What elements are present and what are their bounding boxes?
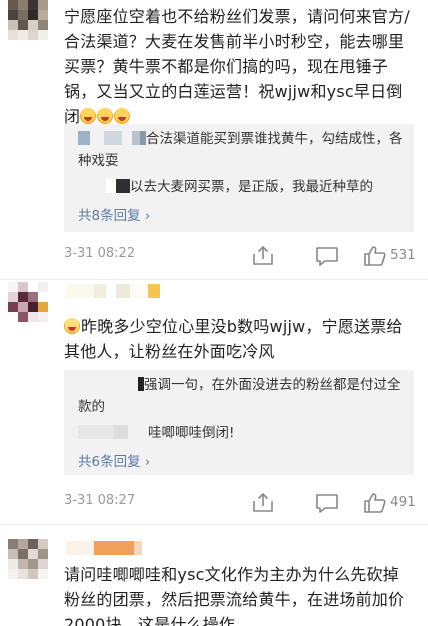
reply-item[interactable]: 合法渠道能买到票谁找黄牛，勾结成性，各种戏耍 [78, 128, 404, 172]
reply-username[interactable] [78, 131, 90, 145]
share-icon[interactable] [250, 491, 276, 515]
like-icon[interactable] [362, 491, 388, 515]
reply-username[interactable] [78, 377, 138, 391]
timestamp: 3-31 08:22 [64, 246, 136, 261]
share-icon[interactable] [250, 244, 276, 268]
reply-text: 以去大麦网买票，是正版，我最近种草的 [130, 179, 373, 195]
comment-icon[interactable] [314, 491, 340, 515]
smile-emoji-icon [64, 318, 80, 334]
chevron-right-icon: › [140, 454, 151, 470]
like-icon[interactable] [362, 244, 388, 268]
username[interactable] [66, 284, 160, 298]
divider [0, 279, 428, 280]
avatar[interactable] [8, 539, 48, 579]
reply-username[interactable] [78, 425, 114, 439]
reply-item[interactable]: 以去大麦网买票，是正版，我最近种草的 [106, 176, 404, 198]
reply-item[interactable]: 强调一句，在外面没进去的粉丝都是付过全款的 [78, 374, 404, 418]
laugh-emoji-icon [97, 108, 114, 124]
more-replies-link[interactable]: 共8条回复 › [78, 204, 150, 224]
more-replies-link[interactable]: 共6条回复 › [78, 450, 150, 470]
reply-text: 哇唧唧哇倒闭! [148, 425, 235, 441]
comment-text: 宁愿座位空着也不给粉丝们发票，请问何来官方/合法渠道？大麦在发售前半小时秒空，能… [64, 7, 410, 126]
comment-icon[interactable] [314, 244, 340, 268]
divider [0, 524, 428, 525]
comment-meta: 3-31 08:27 491 [64, 491, 416, 515]
like-count: 491 [390, 494, 416, 510]
reply-box[interactable]: 强调一句，在外面没进去的粉丝都是付过全款的 哇唧唧哇倒闭! 共6条回复 › [64, 370, 414, 475]
reply-username[interactable] [106, 179, 116, 193]
comment-text: 请问哇唧唧哇和ysc文化作为主办为什么先砍掉粉丝的团票，然后把票流给黄牛，在进场… [64, 565, 405, 626]
like-count: 531 [390, 247, 416, 263]
reply-box[interactable]: 合法渠道能买到票谁找黄牛，勾结成性，各种戏耍 以去大麦网买票，是正版，我最近种草… [64, 124, 414, 232]
avatar[interactable] [8, 282, 48, 322]
comment-meta: 3-31 08:22 531 [64, 244, 416, 268]
laugh-emoji-icon [114, 108, 131, 124]
username[interactable] [66, 541, 142, 555]
timestamp: 3-31 08:27 [64, 493, 136, 508]
laugh-emoji-icon [80, 108, 97, 124]
avatar[interactable] [8, 0, 48, 40]
reply-item[interactable]: 哇唧唧哇倒闭! [78, 422, 404, 444]
chevron-right-icon: › [140, 208, 151, 224]
comment-text: 昨晚多少空位心里没b数吗wjjw，宁愿送票给其他人，让粉丝在外面吃冷风 [64, 317, 403, 361]
